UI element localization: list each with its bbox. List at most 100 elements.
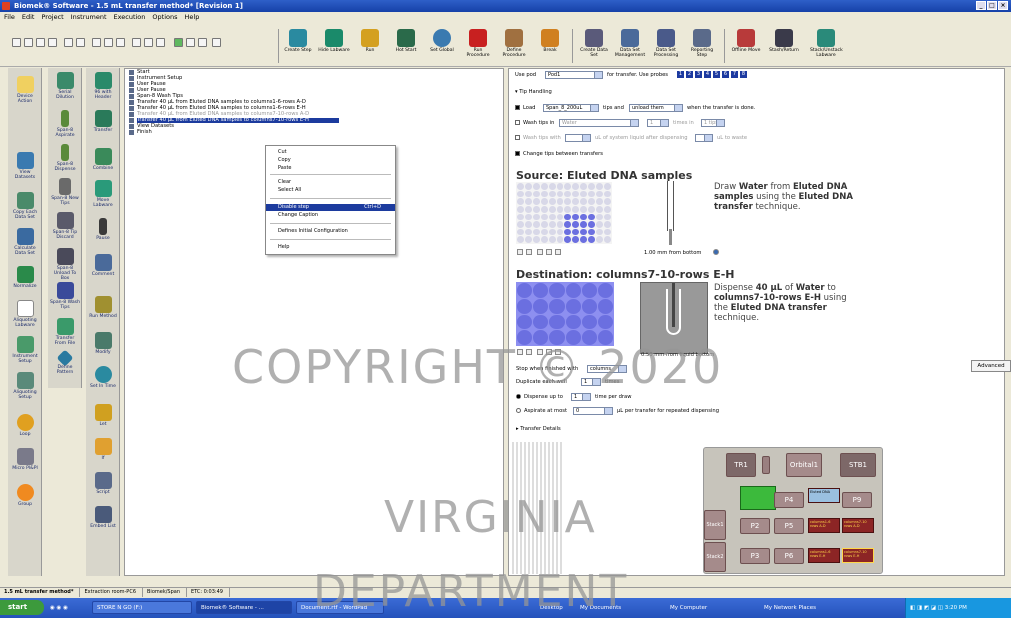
deck-columns7-10-e[interactable]: columns7-10 rows E-H [842,548,874,563]
wash-volume-field[interactable] [565,134,591,142]
deck-p4[interactable]: P4 [774,492,804,508]
minimize-button[interactable]: _ [976,1,986,10]
menu-item-clear[interactable]: Clear [266,179,395,186]
view-datasets-button[interactable]: View Datasets [10,152,40,180]
deck-stb1[interactable]: STB1 [840,453,876,477]
probe-3[interactable]: 3 [695,71,702,78]
plate-view-icon[interactable] [517,349,523,355]
menu-edit[interactable]: Edit [22,12,35,23]
deck-tr1[interactable]: TR1 [726,453,756,477]
taskbar-item-wordpad[interactable]: Document.rtf - WordPad [296,601,384,614]
probe-5[interactable]: 5 [713,71,720,78]
deck-stack1[interactable]: Stack1 [704,510,726,540]
advanced-button[interactable]: Advanced [971,360,1011,372]
menu-item-initial-config[interactable]: Defines Initial Configuration [266,228,395,235]
run-button[interactable]: Run [354,27,386,65]
wash-amount-field[interactable]: 1 tips [701,119,725,127]
info-icon[interactable] [555,249,561,255]
settings-icon[interactable] [546,349,552,355]
tip-icon[interactable] [537,249,543,255]
dispense-spinner[interactable]: 1 [571,393,591,401]
stash-return-button[interactable]: Stash/Return [768,27,800,65]
pause-icon[interactable] [186,38,195,47]
wash-tips-checkbox[interactable] [515,120,520,125]
deck-stack2[interactable]: Stack2 [704,542,726,572]
wash-times-spinner[interactable]: 1 [647,119,669,127]
menu-item-select-all[interactable]: Select All [266,187,395,194]
break-button[interactable]: Break [534,27,566,65]
span8-unload-button[interactable]: Span-8 Unload To Box [50,248,80,281]
data-set-management-button[interactable]: Data Set Management [614,27,646,65]
96-header-button[interactable]: 96 with Header [88,72,118,100]
menu-item-change-caption[interactable]: Change Caption [266,212,395,219]
loop-button[interactable]: Loop [10,414,40,437]
tool-icon[interactable] [212,38,221,47]
probe-6[interactable]: 6 [722,71,729,78]
aspirate-field[interactable]: 0 [573,407,613,415]
new-icon[interactable] [12,38,21,47]
aliquoting-setup-button[interactable]: Aliquoting Setup [10,372,40,400]
define-pattern-button[interactable]: Define Pattern [50,349,80,375]
info-icon[interactable] [555,349,561,355]
hide-labware-button[interactable]: Hide Labware [318,27,350,65]
comment-button[interactable]: Comment [88,254,118,277]
deck-p2[interactable]: P2 [740,518,770,534]
liquid-icon[interactable] [713,249,719,255]
aspirate-at-most-radio[interactable] [516,408,521,413]
micro-plate-button[interactable]: Micro Pl&Pl [10,448,40,471]
wash-with-checkbox[interactable] [515,135,520,140]
set-in-time-button[interactable]: Set In Time [88,366,118,389]
stack-unstack-button[interactable]: Stack/Unstack Labware [810,27,843,65]
menu-item-help[interactable]: Help [266,244,395,251]
tray-icons[interactable]: ◧ ◨ ◩ ◪ ◫ [910,605,945,611]
probe-1[interactable]: 1 [677,71,684,78]
instrument-setup-button[interactable]: Instrument Setup [10,336,40,364]
tip-type-dropdown[interactable]: Span_8_200uL [543,104,599,112]
menu-project[interactable]: Project [41,12,63,23]
serial-dilution-button[interactable]: Serial Dilution [50,72,80,100]
span8-wash-tips-button[interactable]: Span-8 Wash Tips [50,282,80,310]
combine-button[interactable]: Combine [88,148,118,171]
change-tips-checkbox[interactable] [515,151,520,156]
run-method-button[interactable]: Run Method [88,296,118,319]
deck-p3[interactable]: P3 [740,548,770,564]
span8-tip-discard-button[interactable]: Span-8 Tip Discard [50,212,80,240]
deck-labware-green[interactable] [740,486,776,510]
deck-eluted-dna[interactable]: Eluted DNA [808,488,840,503]
zoom-icon[interactable] [526,349,532,355]
unload-dropdown[interactable]: unload them [629,104,683,112]
deck-slot[interactable] [762,456,770,474]
aliquoting-labware-button[interactable]: Aliquoting Labware [10,300,40,328]
edit-icon[interactable] [156,38,165,47]
span8-aspirate-button[interactable]: Span-8 Aspirate [50,110,80,138]
script-button[interactable]: Script [88,472,118,495]
load-tips-checkbox[interactable] [515,105,520,110]
copy-data-set-button[interactable]: Copy Each Data Set [10,192,40,220]
transfer-from-file-button[interactable]: Transfer From File [50,318,80,346]
set-global-button[interactable]: Set Global [426,27,458,65]
run-procedure-button[interactable]: Run Procedure [462,27,494,65]
let-button[interactable]: Let [88,404,118,427]
desktop-toolbar[interactable]: Desktop [540,602,563,614]
data-set-processing-button[interactable]: Data Set Processing [650,27,682,65]
open-icon[interactable] [24,38,33,47]
cut-icon[interactable] [92,38,101,47]
group-button[interactable]: Group [10,484,40,507]
reporting-step-button[interactable]: Reporting Step [686,27,718,65]
paste-icon[interactable] [116,38,125,47]
deck-p9[interactable]: P9 [842,492,872,508]
duplicate-spinner[interactable]: 1 [581,378,601,386]
calculate-data-set-button[interactable]: Calculate Data Set [10,228,40,256]
save-icon[interactable] [48,38,57,47]
menu-options[interactable]: Options [152,12,177,23]
wash-liquid-dropdown[interactable]: Water [559,119,639,127]
undo-icon[interactable] [132,38,141,47]
span8-new-tips-button[interactable]: Span-8 New Tips [50,178,80,206]
copy-icon[interactable] [104,38,113,47]
menu-item-copy[interactable]: Copy [266,157,395,164]
span8-dispense-button[interactable]: Span-8 Dispense [50,144,80,172]
transfer-button[interactable]: Transfer [88,110,118,133]
pod-dropdown[interactable]: Pod1 [545,71,603,79]
deck-p5[interactable]: P5 [774,518,804,534]
stop-icon[interactable] [198,38,207,47]
